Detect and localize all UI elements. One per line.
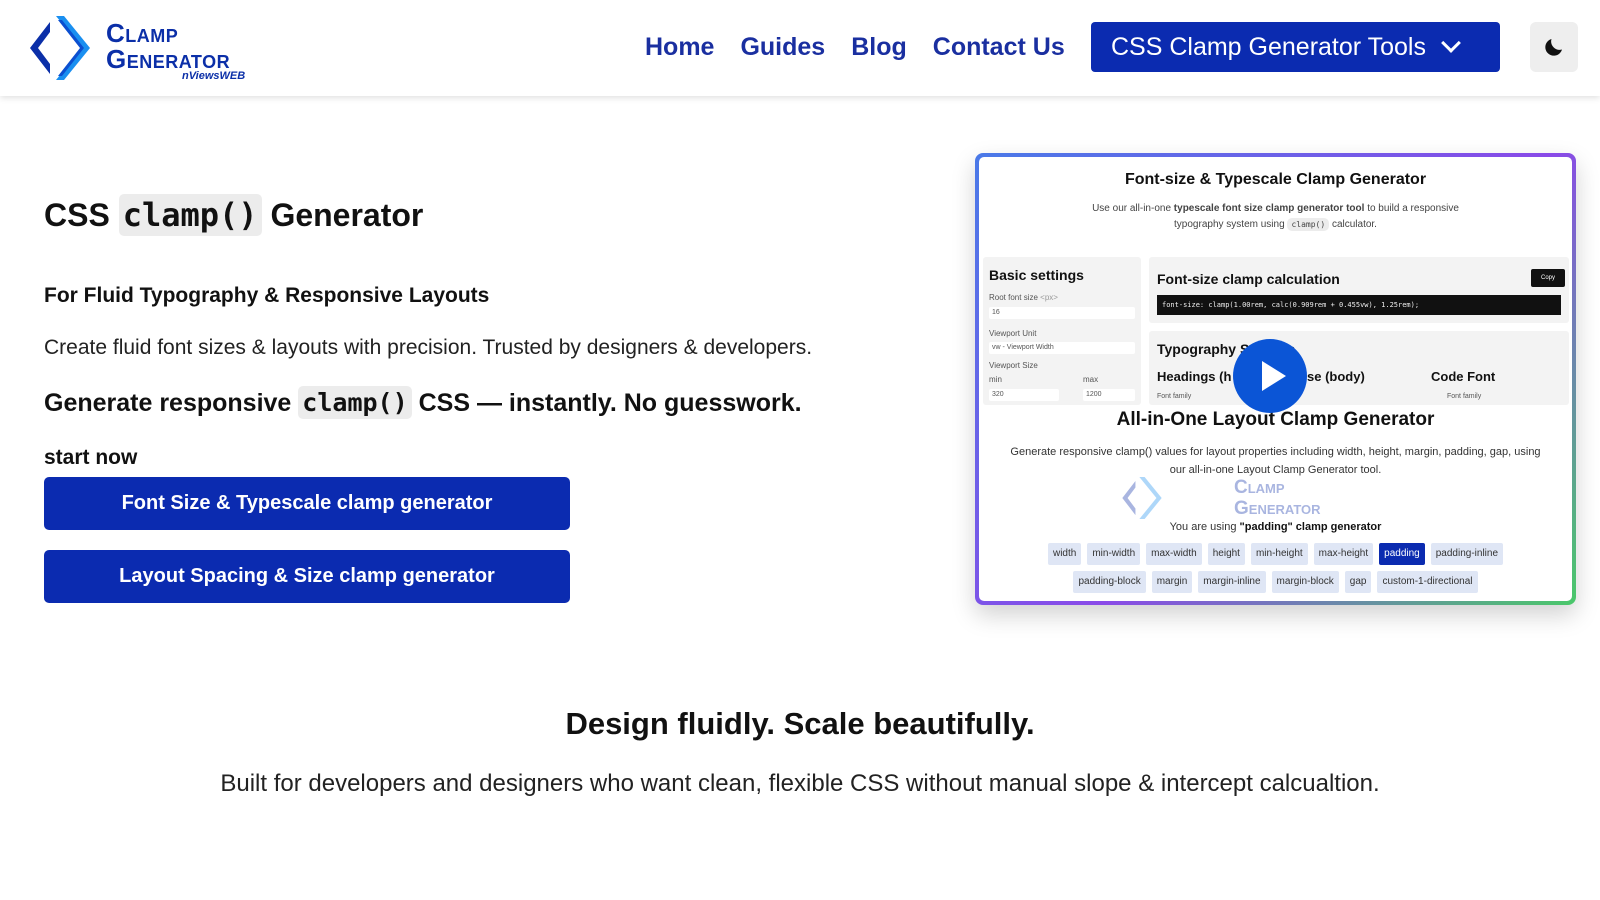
nav-blog[interactable]: Blog [851, 30, 907, 64]
chevron-down-icon [1441, 33, 1461, 53]
tools-dropdown-label: CSS Clamp Generator Tools [1111, 32, 1426, 61]
video-preview-card[interactable]: Font-size & Typescale Clamp Generator Us… [975, 153, 1576, 605]
gen-pre: Generate responsive [44, 389, 292, 417]
using-generator-text: You are using "padding" clamp generator [979, 521, 1572, 533]
hero-title-pre: CSS [44, 197, 110, 233]
using-bold: "padding" clamp generator [1239, 521, 1382, 533]
property-chips: width min-width max-width height min-height m… [1015, 543, 1536, 593]
ghost-logo-line-1: Clamp [1234, 477, 1285, 498]
preview-typography-panel: Typography Settings Headings (h se (body… [1149, 331, 1569, 405]
property-chip: margin [1151, 571, 1193, 593]
play-icon [1261, 361, 1286, 391]
preview-desc-end: calculator. [1331, 219, 1377, 230]
preview-basic-settings: Basic settings Root font size <px> 16 Vi… [983, 257, 1141, 405]
preview-desc-pre: Use our all-in-one [1092, 203, 1172, 214]
theme-toggle-button[interactable] [1530, 22, 1578, 72]
property-chip: custom-1-directional [1377, 571, 1478, 593]
layout-generator-button[interactable]: Layout Spacing & Size clamp generator [44, 550, 570, 603]
basic-settings-title: Basic settings [989, 267, 1084, 283]
property-chip: min-height [1250, 543, 1308, 565]
hero-title-code: clamp() [118, 194, 262, 236]
gen-code: clamp() [298, 386, 412, 419]
property-chip: max-height [1313, 543, 1374, 565]
max-field: 1200 [1083, 389, 1135, 401]
preview-desc-bold: typescale font size clamp generator tool [1173, 203, 1365, 214]
body-label: se (body) [1307, 369, 1365, 384]
property-chip: max-width [1146, 543, 1202, 565]
moon-icon [1545, 39, 1562, 56]
main-nav: Home Guides Blog Contact Us [645, 30, 1065, 64]
copy-button: Copy [1531, 269, 1565, 287]
hero-title: CSS clamp() Generator [44, 194, 424, 236]
preview-desc-code: clamp() [1287, 218, 1330, 231]
preview-calc-panel: Font-size clamp calculation Copy font-si… [1149, 257, 1569, 323]
site-logo[interactable]: Clamp Generator nViewsWEB [24, 12, 254, 84]
viewport-size-label: Viewport Size [989, 361, 1038, 370]
headings-label: Headings (h [1157, 369, 1232, 384]
property-chip: min-width [1087, 543, 1141, 565]
hero-description: Create fluid font sizes & layouts with p… [44, 336, 813, 359]
site-header: Clamp Generator nViewsWEB Home Guides Bl… [0, 0, 1600, 96]
property-chip: width [1047, 543, 1082, 565]
root-font-size-field: 16 [989, 307, 1135, 319]
property-chip: margin-inline [1198, 571, 1266, 593]
chevrons-logo-icon [1122, 477, 1162, 519]
logo-subtext: nViewsWEB [182, 70, 246, 82]
nav-contact-us[interactable]: Contact Us [933, 30, 1065, 64]
code-font-label: Code Font [1431, 369, 1496, 384]
preview-description: Use our all-in-one typescale font size c… [1069, 201, 1482, 233]
min-label: min [989, 375, 1002, 384]
tools-dropdown-button[interactable]: CSS Clamp Generator Tools [1091, 22, 1500, 72]
font-family-label-1: Font family [1157, 393, 1192, 400]
ghost-logo-line-2: Generator [1234, 498, 1321, 519]
calc-title: Font-size clamp calculation [1157, 271, 1340, 287]
tagline-description: Built for developers and designers who w… [220, 770, 1380, 797]
property-chip: height [1207, 543, 1245, 565]
hero-generate-line: Generate responsive clamp() CSS — instan… [44, 386, 802, 419]
using-pre: You are using [1169, 521, 1237, 533]
calc-code: font-size: clamp(1.00rem, calc(0.909rem … [1157, 295, 1561, 315]
tagline-title: Design fluidly. Scale beautifully. [565, 706, 1035, 741]
max-label: max [1083, 375, 1099, 384]
viewport-unit-select: vw - Viewport Width [989, 342, 1135, 354]
min-field: 320 [989, 389, 1059, 401]
property-chip: padding-inline [1430, 543, 1504, 565]
chevrons-logo-icon [30, 16, 90, 80]
property-chip: gap [1344, 571, 1372, 593]
logo-line-1: Clamp [106, 18, 179, 48]
root-label-text: Root font size [989, 293, 1038, 302]
logo-wordmark: Clamp Generator [106, 20, 230, 72]
property-chip: padding [1379, 543, 1425, 565]
root-font-size-label: Root font size <px> [989, 293, 1058, 302]
start-now-label: start now [44, 446, 138, 469]
logo-line-2: Generator [106, 44, 231, 74]
preview-title: Font-size & Typescale Clamp Generator [1124, 171, 1427, 188]
hero-subtitle: For Fluid Typography & Responsive Layout… [44, 284, 490, 307]
nav-guides[interactable]: Guides [740, 30, 825, 64]
hero-title-post: Generator [270, 197, 424, 233]
gen-post: CSS — instantly. No guesswork. [418, 389, 802, 417]
play-video-button[interactable] [1233, 339, 1307, 413]
property-chip: margin-block [1271, 571, 1339, 593]
video-preview-inner: Font-size & Typescale Clamp Generator Us… [979, 157, 1572, 601]
property-chip: padding-block [1073, 571, 1146, 593]
ghost-logo: Clamp Generator [1122, 477, 1321, 519]
nav-home[interactable]: Home [645, 30, 714, 64]
layout-generator-desc: Generate responsive clamp() values for l… [1010, 446, 1541, 476]
root-unit-text: <px> [1040, 293, 1058, 302]
font-family-label-2: Font family [1447, 393, 1482, 400]
viewport-unit-label: Viewport Unit [989, 329, 1037, 338]
font-size-generator-button[interactable]: Font Size & Typescale clamp generator [44, 477, 570, 530]
